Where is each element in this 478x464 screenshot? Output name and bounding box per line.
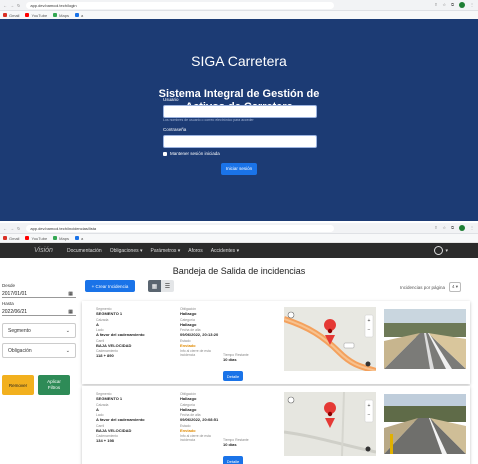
- profile-avatar[interactable]: [459, 225, 465, 231]
- app-window: ← → ↻ app.dev.bamcol.tech/incidencias/li…: [0, 223, 478, 464]
- per-page-control: Incidencias por página 4 ▾: [400, 282, 462, 292]
- nav-aforos[interactable]: Aforos: [188, 248, 202, 254]
- chevron-down-icon: ⌄: [65, 347, 70, 354]
- star-icon[interactable]: ☆: [443, 225, 447, 231]
- bookmark-youtube[interactable]: YouTube: [25, 13, 47, 18]
- incident-photo[interactable]: [384, 394, 466, 454]
- profile-avatar[interactable]: [459, 2, 465, 8]
- bookmark-youtube[interactable]: YouTube: [25, 236, 47, 241]
- bookmark-a[interactable]: a: [74, 236, 83, 241]
- app-title: SIGA Carretera: [191, 53, 287, 69]
- remember-checkbox[interactable]: Mantener sesión iniciada: [163, 151, 220, 156]
- clear-filters-button[interactable]: Remover: [2, 375, 34, 395]
- extensions-icon[interactable]: ⧉: [451, 2, 454, 8]
- address-bar[interactable]: app.dev.bamcol.tech/incidencias/lista: [26, 224, 335, 232]
- segment-select[interactable]: Segmento ⌄: [2, 323, 76, 338]
- incident-card: Segmento SEGMENTO 1 Calzada A Lado A favor …: [82, 301, 470, 384]
- reload-icon[interactable]: ↻: [17, 3, 20, 8]
- back-icon[interactable]: ←: [3, 226, 7, 231]
- bookmark-icon: [74, 13, 79, 17]
- detail-button[interactable]: Detalle: [223, 456, 243, 464]
- list-view-button[interactable]: ☰: [161, 280, 174, 292]
- app-logo[interactable]: Visión: [34, 247, 53, 254]
- svg-text:−: −: [368, 327, 371, 333]
- bookmark-maps[interactable]: Maps: [53, 236, 69, 241]
- star-icon[interactable]: ☆: [443, 2, 447, 8]
- nav-documentacion[interactable]: Documentación: [67, 248, 102, 254]
- nav-accidentes[interactable]: Accidentes ▾: [211, 248, 239, 254]
- calendar-icon[interactable]: ▦: [68, 309, 73, 315]
- back-icon[interactable]: ←: [3, 3, 7, 8]
- user-menu[interactable]: ▾: [434, 246, 448, 255]
- incident-photo[interactable]: [384, 309, 466, 369]
- extensions-icon[interactable]: ⧉: [451, 225, 454, 231]
- login-button[interactable]: Iniciar sesión: [221, 163, 257, 175]
- status-badge: Enviado: [180, 427, 196, 433]
- username-hint: Los nombres de usuario o correo electrón…: [163, 118, 254, 122]
- menu-icon[interactable]: ⋮: [470, 225, 474, 231]
- reload-icon[interactable]: ↻: [17, 226, 20, 231]
- youtube-icon: [25, 13, 30, 17]
- user-icon: [434, 246, 444, 255]
- nav-obligaciones[interactable]: Obligaciones ▾: [110, 248, 143, 254]
- create-incident-button[interactable]: + Crear Incidencia: [85, 280, 135, 292]
- login-window: ← → ↻ app.dev.bamcol.tech/login ⇪ ☆ ⧉ ⋮ …: [0, 0, 478, 221]
- gmail-icon: [3, 13, 7, 17]
- browser-toolbar: ← → ↻ app.dev.bamcol.tech/login ⇪ ☆ ⧉ ⋮: [0, 0, 478, 11]
- obligation-select[interactable]: Obligación ⌄: [2, 343, 76, 358]
- username-label: Usuario: [163, 97, 179, 102]
- status-badge: Enviado: [180, 342, 196, 348]
- bookmark-maps[interactable]: Maps: [53, 13, 69, 18]
- bookmark-icon: [74, 236, 79, 240]
- maps-icon: [53, 236, 58, 240]
- share-icon[interactable]: ⇪: [434, 2, 437, 8]
- forward-icon[interactable]: →: [10, 3, 14, 8]
- bookmark-gmail[interactable]: Gmail: [3, 236, 19, 241]
- maps-icon: [53, 13, 58, 17]
- detail-button[interactable]: Detalle: [223, 371, 243, 381]
- to-date-input[interactable]: 2022/06/21 ▦: [2, 306, 76, 316]
- address-bar[interactable]: app.dev.bamcol.tech/login: [26, 1, 335, 9]
- browser-toolbar: ← → ↻ app.dev.bamcol.tech/incidencias/li…: [0, 223, 478, 234]
- nav-parametros[interactable]: Parámetros ▾: [151, 248, 181, 254]
- bookmark-gmail[interactable]: Gmail: [3, 13, 19, 18]
- calendar-icon[interactable]: ▦: [68, 291, 73, 297]
- gmail-icon: [3, 236, 7, 240]
- youtube-icon: [25, 236, 30, 240]
- page-title: Bandeja de Salida de incidencias: [172, 266, 306, 276]
- password-label: Contraseña: [163, 127, 187, 132]
- apply-filters-button[interactable]: Aplicar Filtros: [38, 375, 70, 395]
- app-navbar: Visión Documentación Obligaciones ▾ Pará…: [0, 243, 478, 258]
- svg-text:+: +: [368, 403, 371, 409]
- filters-sidebar: Desde 2017/01/01 ▦ Hasta 2022/06/21 ▦ Se…: [2, 280, 76, 395]
- svg-text:+: +: [368, 318, 371, 324]
- bookmarks-bar: Gmail YouTube Maps a: [0, 234, 478, 243]
- location-map[interactable]: + −: [284, 307, 376, 371]
- login-panel: SIGA Carretera Sistema Integral de Gesti…: [0, 19, 478, 221]
- svg-text:−: −: [368, 412, 371, 418]
- location-map[interactable]: + −: [284, 392, 376, 456]
- checkbox-box[interactable]: [163, 151, 167, 156]
- chevron-down-icon: ⌄: [65, 327, 70, 334]
- incident-card: Segmento SEGMENTO 1 Calzada A Lado A favor …: [82, 386, 470, 464]
- username-input[interactable]: [163, 105, 317, 118]
- menu-icon[interactable]: ⋮: [470, 2, 474, 8]
- chevron-down-icon: ▾: [445, 247, 448, 254]
- per-page-select[interactable]: 4 ▾: [449, 282, 462, 292]
- from-date-input[interactable]: 2017/01/01 ▦: [2, 288, 76, 298]
- password-input[interactable]: [163, 135, 317, 148]
- share-icon[interactable]: ⇪: [434, 225, 437, 231]
- view-toggle: ▦ ☰: [148, 280, 174, 292]
- grid-view-button[interactable]: ▦: [148, 280, 161, 292]
- bookmark-a[interactable]: a: [74, 13, 83, 18]
- forward-icon[interactable]: →: [10, 226, 14, 231]
